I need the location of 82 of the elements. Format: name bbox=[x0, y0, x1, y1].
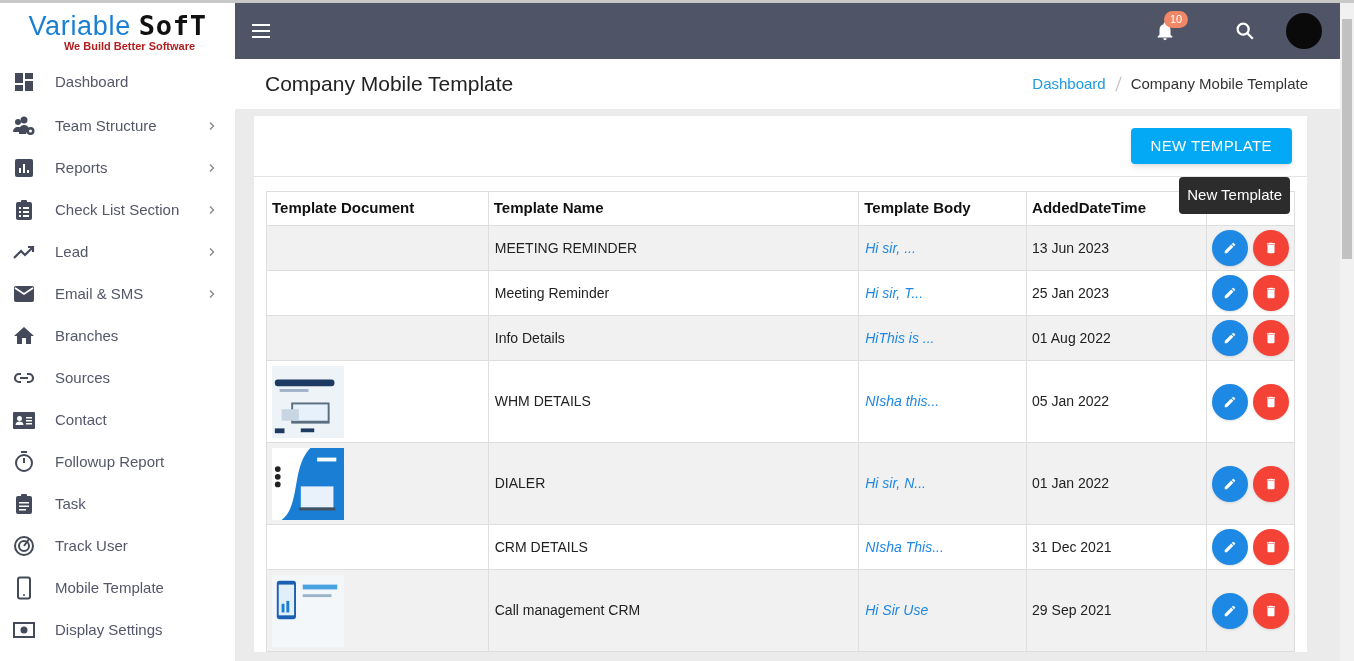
stopwatch-icon bbox=[12, 450, 36, 474]
trash-icon bbox=[1264, 394, 1278, 409]
target-icon bbox=[12, 534, 36, 558]
table-cell: WHM DETAILS bbox=[488, 360, 859, 443]
logo-tagline: We Build Better Software bbox=[63, 40, 196, 54]
table-cell: DIALER bbox=[488, 442, 859, 525]
search-icon[interactable] bbox=[1234, 20, 1256, 42]
column-header: Template Document bbox=[266, 191, 489, 226]
sidebar-item[interactable]: Sources bbox=[0, 357, 235, 399]
table-cell: Hi sir, T... bbox=[858, 270, 1027, 316]
pencil-icon bbox=[1223, 241, 1237, 255]
table-cell: 05 Jan 2022 bbox=[1026, 360, 1207, 443]
sidebar-item[interactable]: Track User bbox=[0, 525, 235, 567]
table-cell: 13 Jun 2023 bbox=[1026, 225, 1207, 271]
pencil-icon bbox=[1223, 540, 1237, 554]
trash-icon bbox=[1264, 476, 1278, 491]
logo-text: SofT bbox=[138, 12, 207, 40]
sidebar-item[interactable]: Followup Report bbox=[0, 441, 235, 483]
edit-button[interactable] bbox=[1212, 465, 1248, 502]
table-cell: Hi Sir Use bbox=[858, 569, 1027, 652]
notification-badge: 10 bbox=[1164, 11, 1189, 28]
trash-icon bbox=[1264, 603, 1278, 618]
sidebar-item[interactable]: Team Structure bbox=[0, 105, 235, 147]
delete-button[interactable] bbox=[1253, 592, 1289, 629]
avatar[interactable] bbox=[1286, 13, 1322, 49]
trash-icon bbox=[1264, 540, 1278, 554]
table-cell: Hi sir, ... bbox=[858, 225, 1027, 271]
delete-button[interactable] bbox=[1253, 275, 1289, 311]
bar-chart-icon bbox=[12, 156, 36, 180]
page-title: Company Mobile Template bbox=[265, 71, 515, 98]
sidebar-item[interactable]: Task bbox=[0, 483, 235, 525]
trash-icon bbox=[1264, 241, 1278, 255]
edit-button[interactable] bbox=[1212, 383, 1248, 420]
table-cell: NIsha this... bbox=[858, 360, 1027, 443]
scrollbar[interactable] bbox=[1340, 3, 1354, 661]
sidebar-item[interactable]: Mobile Template bbox=[0, 567, 235, 609]
menu-icon[interactable] bbox=[251, 23, 271, 39]
table-cell: Call management CRM bbox=[488, 569, 859, 652]
table-cell: CRM DETAILS bbox=[488, 524, 859, 570]
team-icon bbox=[12, 114, 36, 138]
logo-text: Variable bbox=[28, 13, 131, 41]
table-cell: MEETING REMINDER bbox=[488, 225, 859, 271]
sidebar-item[interactable]: Dashboard bbox=[0, 59, 235, 105]
table-cell: Hi sir, N... bbox=[858, 442, 1027, 525]
column-header: Template Name bbox=[488, 191, 859, 226]
edit-button[interactable] bbox=[1212, 230, 1248, 266]
edit-button[interactable] bbox=[1212, 592, 1248, 629]
delete-button[interactable] bbox=[1253, 465, 1289, 502]
table-cell: Meeting Reminder bbox=[488, 270, 859, 316]
breadcrumb-current: Company Mobile Template bbox=[1130, 73, 1308, 94]
delete-button[interactable] bbox=[1253, 383, 1289, 420]
table-cell: HiThis is ... bbox=[858, 315, 1027, 361]
edit-button[interactable] bbox=[1212, 320, 1248, 356]
pencil-icon bbox=[1223, 286, 1237, 300]
pencil-icon bbox=[1223, 331, 1237, 345]
sidebar-item[interactable]: Branches bbox=[0, 315, 235, 357]
pencil-icon bbox=[1223, 476, 1237, 491]
sidebar-item[interactable]: Lead bbox=[0, 231, 235, 273]
table-cell: 01 Aug 2022 bbox=[1026, 315, 1207, 361]
pencil-icon bbox=[1223, 603, 1237, 618]
sidebar-item[interactable]: Check List Section bbox=[0, 189, 235, 231]
delete-button[interactable] bbox=[1253, 230, 1289, 266]
column-header: Template Body bbox=[858, 191, 1027, 226]
edit-button[interactable] bbox=[1212, 529, 1248, 565]
trash-icon bbox=[1264, 286, 1278, 300]
delete-button[interactable] bbox=[1253, 529, 1289, 565]
sidebar-item[interactable]: Email & SMS bbox=[0, 273, 235, 315]
sidebar-item[interactable]: Display Settings bbox=[0, 609, 235, 651]
delete-button[interactable] bbox=[1253, 320, 1289, 356]
table-cell: 31 Dec 2021 bbox=[1026, 524, 1207, 570]
table-cell: 25 Jan 2023 bbox=[1026, 270, 1207, 316]
table-cell: 01 Jan 2022 bbox=[1026, 442, 1207, 525]
table-cell: NIsha This... bbox=[858, 524, 1027, 570]
tooltip: New Template bbox=[1179, 177, 1290, 214]
sidebar-item[interactable]: Contact bbox=[0, 399, 235, 441]
sidebar-item[interactable]: Reports bbox=[0, 147, 235, 189]
table-cell: Info Details bbox=[488, 315, 859, 361]
table-cell: 29 Sep 2021 bbox=[1026, 569, 1207, 652]
pencil-icon bbox=[1223, 394, 1237, 409]
dashboard-icon bbox=[12, 70, 36, 94]
edit-button[interactable] bbox=[1212, 275, 1248, 311]
trash-icon bbox=[1264, 331, 1278, 345]
